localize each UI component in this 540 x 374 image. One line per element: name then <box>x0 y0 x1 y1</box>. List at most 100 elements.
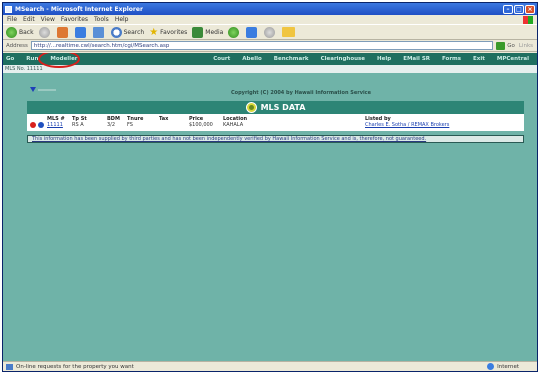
refresh-icon <box>74 26 86 38</box>
history-button[interactable] <box>228 26 241 38</box>
menu-bar: File Edit View Favorites Tools Help <box>3 15 537 24</box>
address-label: Address <box>6 42 28 49</box>
page-content: Go Run Modeller Court Abello Benchmark C… <box>3 53 537 361</box>
search-button[interactable]: Search <box>110 26 145 38</box>
page-icon <box>6 363 13 370</box>
stop-button[interactable] <box>56 26 70 38</box>
favorites-button[interactable]: ★ Favorites <box>149 27 187 38</box>
toolbar: Back Search ★ Favorites Media <box>3 24 537 40</box>
address-url: http://...realtime.cwl/search.htm/cgi/MS… <box>33 42 170 49</box>
menu-file[interactable]: File <box>7 16 17 23</box>
col-value: 3/2 <box>107 122 116 128</box>
forward-arrow-icon <box>38 26 50 38</box>
copyright-text: Copyright (C) 2004 by Hawaii Information… <box>231 90 372 96</box>
media-button[interactable]: Media <box>192 26 224 38</box>
back-label: Back <box>19 28 34 36</box>
col-type: Tp St RS A <box>72 116 87 128</box>
menu-favorites[interactable]: Favorites <box>61 16 88 23</box>
refresh-button[interactable] <box>74 26 88 38</box>
history-icon <box>228 26 240 38</box>
triangle-icon <box>30 87 36 92</box>
col-value: FS <box>127 122 133 128</box>
search-icon <box>110 26 122 38</box>
address-bar: Address http://...realtime.cwl/search.ht… <box>3 40 537 52</box>
nav-email[interactable]: EMail SR <box>403 56 430 62</box>
security-zone: Internet <box>487 363 519 370</box>
nav-help[interactable]: Help <box>377 56 391 62</box>
media-icon <box>192 26 204 38</box>
ie-icon <box>5 5 12 13</box>
mls-badge-icon <box>245 102 257 113</box>
col-listed-by: Listed by Charles E. Sotha / REMAX Broke… <box>365 116 449 128</box>
logo-bar <box>38 88 56 91</box>
status-message: On-line requests for the property you wa… <box>16 363 134 370</box>
agent-link[interactable]: Charles E. Sotha / REMAX Brokers <box>365 122 449 128</box>
nav-court[interactable]: Court <box>213 56 230 62</box>
nav-benchmark[interactable]: Benchmark <box>274 56 309 62</box>
go-label: Go <box>507 42 515 49</box>
row-icons <box>30 122 44 128</box>
home-button[interactable] <box>92 26 106 38</box>
title-bar: MSearch - Microsoft Internet Explorer – … <box>3 3 537 15</box>
header-row: Copyright (C) 2004 by Hawaii Information… <box>3 73 537 101</box>
print-button[interactable] <box>264 26 277 38</box>
nav-mpcentral[interactable]: MPCentral <box>497 56 529 62</box>
minimize-button[interactable]: – <box>503 4 513 14</box>
home-icon <box>92 26 104 38</box>
folder-button[interactable] <box>282 27 297 37</box>
zone-label: Internet <box>497 363 519 370</box>
site-nav: Go Run Modeller Court Abello Benchmark C… <box>3 53 537 68</box>
mail-button[interactable] <box>246 26 259 38</box>
menu-tools[interactable]: Tools <box>94 16 109 23</box>
back-button[interactable]: Back <box>6 26 34 38</box>
col-value: $100,000 <box>189 122 213 128</box>
menu-edit[interactable]: Edit <box>23 16 35 23</box>
mls-data-panel: MLS DATA MLS # 11111 Tp St RS A BDM 3/2 <box>27 101 524 143</box>
print-icon <box>264 26 276 38</box>
windows-logo-icon <box>523 15 533 24</box>
mls-number-link[interactable]: 11111 <box>47 122 65 128</box>
info-icon[interactable] <box>38 122 44 128</box>
media-label: Media <box>205 28 224 36</box>
folder-icon <box>282 27 296 37</box>
go-arrow-icon <box>496 41 506 50</box>
col-header: Tax <box>159 116 169 122</box>
col-location: Location KAHALA <box>223 116 247 128</box>
close-button[interactable]: × <box>525 4 535 14</box>
address-input[interactable]: http://...realtime.cwl/search.htm/cgi/MS… <box>30 41 494 50</box>
panel-header: MLS DATA <box>27 101 524 114</box>
disclaimer-link[interactable]: This information has been supplied by th… <box>27 135 524 143</box>
col-mls: MLS # 11111 <box>47 116 65 128</box>
col-value <box>159 122 168 128</box>
window-title: MSearch - Microsoft Internet Explorer <box>15 5 143 13</box>
panel-title: MLS DATA <box>260 103 306 112</box>
nav-abello[interactable]: Abello <box>242 56 261 62</box>
browser-window: MSearch - Microsoft Internet Explorer – … <box>2 2 538 372</box>
search-label: Search <box>123 28 145 36</box>
back-arrow-icon <box>6 26 17 38</box>
status-dot-icon <box>30 122 36 128</box>
site-logo <box>30 87 56 92</box>
mail-icon <box>246 26 258 38</box>
breadcrumb: MLS No. 11111 <box>3 65 537 73</box>
nav-forms[interactable]: Forms <box>442 56 461 62</box>
menu-help[interactable]: Help <box>115 16 129 23</box>
star-icon: ★ <box>149 26 159 38</box>
col-price: Price $100,000 <box>189 116 213 128</box>
menu-view[interactable]: View <box>41 16 55 23</box>
go-button[interactable]: Go <box>496 41 515 50</box>
col-value: RS A <box>72 122 84 128</box>
favorites-label: Favorites <box>160 28 188 36</box>
col-tenure: Tnure FS <box>127 116 143 128</box>
forward-button[interactable] <box>38 26 52 38</box>
nav-run[interactable]: Run <box>26 56 38 62</box>
nav-clearinghouse[interactable]: Clearinghouse <box>321 56 365 62</box>
nav-go[interactable]: Go <box>6 56 14 62</box>
stop-icon <box>56 26 68 38</box>
col-value: KAHALA <box>223 122 244 128</box>
listing-row: MLS # 11111 Tp St RS A BDM 3/2 Tnure FS … <box>27 114 524 131</box>
links-button[interactable]: Links <box>519 43 533 49</box>
maximize-button[interactable]: □ <box>514 4 524 14</box>
nav-exit[interactable]: Exit <box>473 56 485 62</box>
globe-icon <box>487 363 495 370</box>
